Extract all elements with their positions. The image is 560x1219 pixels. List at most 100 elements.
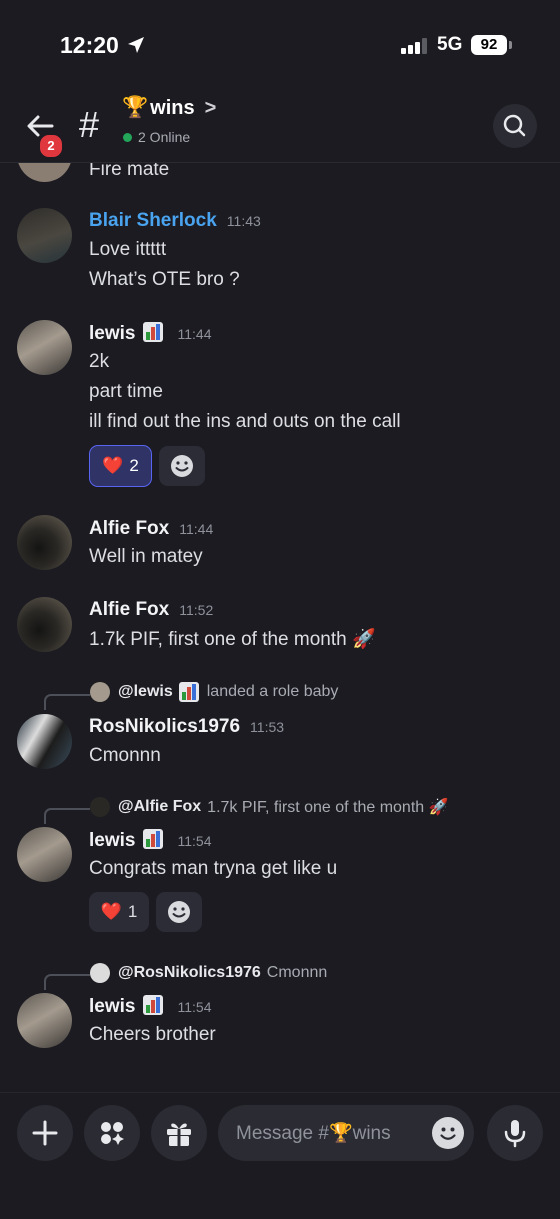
add-reaction-button[interactable]	[156, 892, 202, 932]
reply-avatar	[90, 682, 110, 702]
reply-preview[interactable]: @lewis landed a role baby	[90, 682, 338, 702]
microphone-icon	[504, 1120, 526, 1148]
channel-header: 2 # 🏆 wins > 2 Online	[0, 90, 560, 163]
timestamp: 11:44	[177, 326, 212, 342]
reply-connector	[44, 974, 90, 990]
reply-connector	[44, 808, 90, 824]
reaction-count: 1	[127, 902, 138, 921]
reaction-heart[interactable]: ❤️ 1	[89, 892, 149, 932]
avatar[interactable]	[17, 320, 72, 375]
apps-button[interactable]	[84, 1105, 140, 1161]
chevron-right-icon: >	[204, 96, 217, 119]
reply-username: @Alfie Fox	[118, 798, 202, 815]
plus-icon	[32, 1120, 58, 1146]
smiley-icon	[440, 1127, 456, 1140]
message-text: Congrats man tryna get like u	[89, 858, 338, 879]
username[interactable]: Alfie Fox 11:44	[89, 518, 213, 540]
avatar[interactable]	[17, 208, 72, 263]
trophy-icon: 🏆	[122, 96, 149, 119]
location-arrow-icon	[128, 37, 144, 53]
message-input[interactable]: Message #🏆wins	[218, 1105, 474, 1161]
timestamp: 11:52	[179, 602, 214, 618]
reply-avatar	[90, 963, 110, 983]
reaction-count: 2	[129, 456, 139, 475]
avatar[interactable]	[17, 597, 72, 652]
emoji-button[interactable]	[432, 1117, 464, 1149]
username[interactable]: RosNikolics1976 11:53	[89, 716, 284, 738]
message-text: 2k	[89, 351, 110, 372]
message-placeholder: Message #🏆wins	[236, 1123, 391, 1144]
add-attachment-button[interactable]	[17, 1105, 73, 1161]
online-status: 2 Online	[123, 129, 190, 145]
heart-icon: ❤️	[102, 456, 124, 475]
online-dot	[123, 132, 132, 142]
battery-icon: 92	[471, 35, 507, 55]
battery-level: 92	[480, 36, 498, 53]
username-text: lewis	[89, 996, 136, 1017]
channel-title[interactable]: 🏆 wins >	[122, 96, 216, 120]
search-icon	[503, 114, 526, 137]
bar-chart-emoji-icon	[143, 995, 164, 1015]
composer-bar: Message #🏆wins	[0, 1092, 560, 1219]
username[interactable]: lewis 11:54	[89, 829, 211, 852]
reply-text: Cmonnn	[266, 964, 328, 981]
username[interactable]: Alfie Fox 11:52	[89, 599, 213, 621]
online-count: 2 Online	[138, 129, 191, 145]
username-text: Alfie Fox	[89, 518, 170, 539]
timestamp: 11:54	[177, 999, 212, 1015]
username-text: RosNikolics1976	[89, 716, 241, 737]
smiley-icon	[168, 901, 190, 923]
reply-text: 1.7k PIF, first one of the month 🚀	[207, 799, 449, 816]
username-text: lewis	[89, 830, 136, 851]
reply-username: @RosNikolics1976	[118, 964, 261, 981]
reaction-heart[interactable]: ❤️ 2	[89, 445, 152, 487]
username[interactable]: Blair Sherlock 11:43	[89, 210, 261, 232]
gift-icon	[167, 1123, 191, 1146]
reply-username: @lewis	[118, 683, 173, 700]
username-text: Blair Sherlock	[89, 210, 217, 231]
bar-chart-emoji-icon	[143, 322, 164, 342]
message-text: Cheers brother	[89, 1024, 216, 1045]
hashtag-icon: #	[79, 104, 100, 145]
username[interactable]: lewis 11:54	[89, 995, 211, 1018]
avatar[interactable]	[17, 714, 72, 769]
username-text: lewis	[89, 323, 136, 344]
smiley-icon	[171, 455, 193, 477]
avatar[interactable]	[17, 827, 72, 882]
avatar[interactable]	[17, 515, 72, 570]
reply-preview[interactable]: @RosNikolics1976 Cmonnn	[90, 963, 327, 983]
status-time: 12:20	[60, 32, 119, 58]
username-text: Alfie Fox	[89, 599, 170, 620]
heart-icon: ❤️	[100, 902, 122, 921]
voice-message-button[interactable]	[487, 1105, 543, 1161]
signal-icon	[401, 38, 427, 54]
message-text: ill find out the ins and outs on the cal…	[89, 411, 401, 432]
add-reaction-button[interactable]	[159, 446, 205, 486]
apps-icon	[101, 1122, 124, 1145]
username[interactable]: lewis 11:44	[89, 322, 211, 345]
timestamp: 11:54	[177, 833, 212, 849]
avatar[interactable]	[17, 163, 72, 182]
message-text: Cmonnn	[89, 745, 161, 766]
reply-preview[interactable]: @Alfie Fox 1.7k PIF, first one of the mo…	[90, 797, 449, 817]
message-text: Fire mate	[89, 163, 170, 180]
gift-button[interactable]	[151, 1105, 207, 1161]
status-bar: 12:20 5G 92	[0, 0, 560, 90]
timestamp: 11:44	[179, 521, 214, 537]
search-button[interactable]	[493, 104, 537, 148]
battery-cap	[509, 41, 512, 49]
timestamp: 11:43	[226, 213, 261, 229]
message-text: part time	[89, 381, 163, 402]
message-item: Fire mate	[0, 163, 560, 187]
timestamp: 11:53	[250, 719, 285, 735]
channel-name: wins	[150, 96, 195, 119]
message-text: What’s OTE bro ?	[89, 269, 240, 290]
message-text: 1.7k PIF, first one of the month 🚀	[89, 629, 376, 650]
message-text: Well in matey	[89, 546, 203, 567]
bar-chart-emoji-icon	[178, 682, 199, 702]
network-label: 5G	[437, 34, 463, 55]
unread-badge: 2	[38, 133, 64, 159]
message-text: Love ittttt	[89, 239, 167, 260]
avatar[interactable]	[17, 993, 72, 1048]
reply-text: landed a role baby	[206, 683, 339, 700]
